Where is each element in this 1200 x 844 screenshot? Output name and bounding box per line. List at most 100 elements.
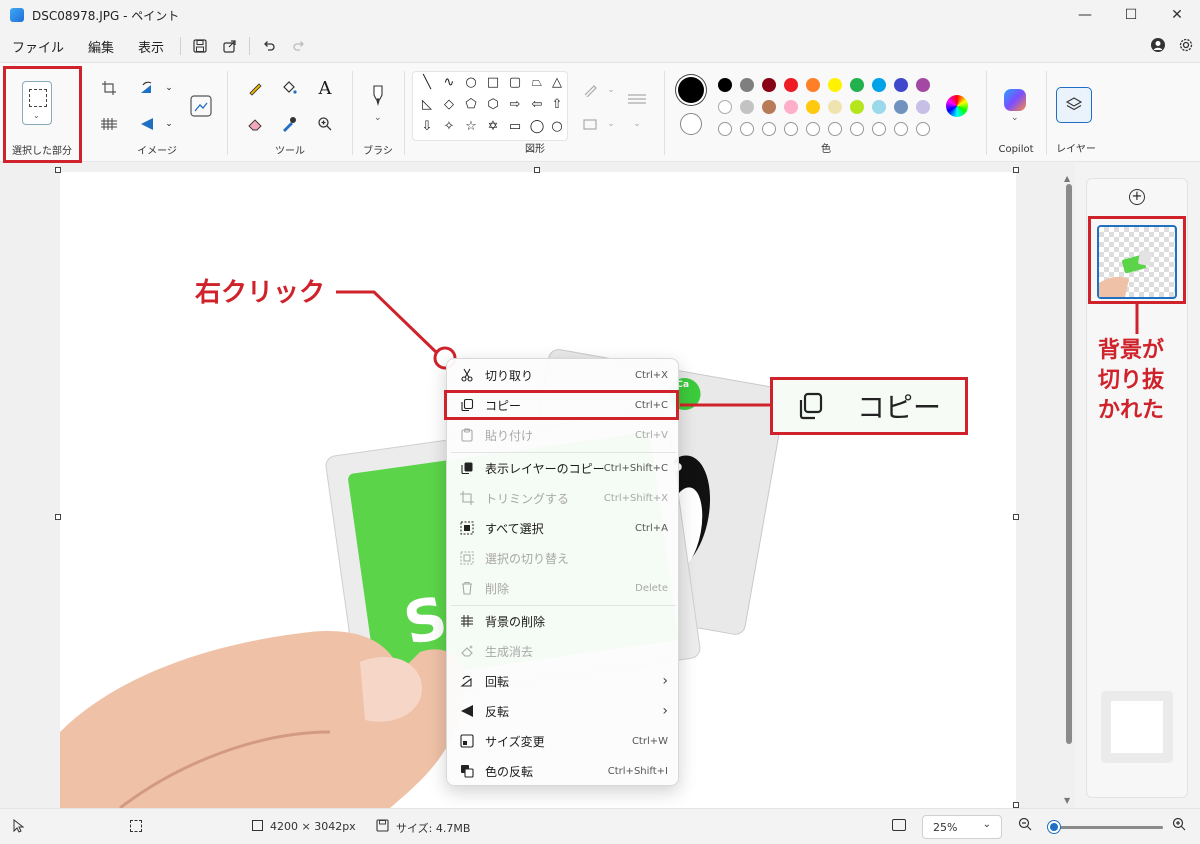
- color-swatch[interactable]: [806, 78, 820, 92]
- color-swatch[interactable]: [894, 100, 908, 114]
- line-shape-icon[interactable]: ╲: [417, 74, 437, 92]
- arrow-right-shape-icon[interactable]: ⇨: [505, 96, 525, 114]
- color-swatch[interactable]: [828, 100, 842, 114]
- star5-shape-icon[interactable]: ☆: [461, 118, 481, 136]
- resize-grid-icon[interactable]: [96, 111, 122, 137]
- arrow-up-shape-icon[interactable]: ⇧: [547, 96, 567, 114]
- color-swatch[interactable]: [916, 100, 930, 114]
- oval-shape-icon[interactable]: ○: [461, 74, 481, 92]
- color-swatch[interactable]: [762, 100, 776, 114]
- context-menu-item[interactable]: 色の反転 Ctrl+Shift+I: [447, 757, 680, 785]
- custom-color-slot[interactable]: [894, 122, 908, 136]
- rectangle-shape-icon[interactable]: □: [483, 74, 503, 92]
- scroll-down-icon[interactable]: ▼: [1064, 796, 1070, 805]
- rounded-rect-shape-icon[interactable]: ▢: [505, 74, 525, 92]
- color-swatch[interactable]: [762, 78, 776, 92]
- context-menu-item[interactable]: 表示レイヤーのコピー Ctrl+Shift+C: [447, 454, 680, 482]
- pentagon-shape-icon[interactable]: ⬠: [461, 96, 481, 114]
- context-menu-item[interactable]: サイズ変更 Ctrl+W: [447, 727, 680, 755]
- primary-color-swatch[interactable]: [678, 77, 704, 103]
- share-icon[interactable]: [215, 32, 245, 60]
- crop-icon[interactable]: [96, 75, 122, 101]
- vertical-scrollbar[interactable]: [1066, 184, 1072, 744]
- fit-to-window-icon[interactable]: [892, 819, 906, 831]
- triangle-shape-icon[interactable]: △: [547, 74, 567, 92]
- add-layer-icon[interactable]: +: [1129, 189, 1145, 205]
- star6-shape-icon[interactable]: ✡: [483, 118, 503, 136]
- zoom-dropdown[interactable]: 25% ⌄: [922, 815, 1002, 839]
- minimize-button[interactable]: —: [1062, 0, 1108, 30]
- color-swatch[interactable]: [916, 78, 930, 92]
- arrow-down-shape-icon[interactable]: ⇩: [417, 118, 437, 136]
- diamond-shape-icon[interactable]: ◇: [439, 96, 459, 114]
- zoom-out-icon[interactable]: [1018, 817, 1032, 834]
- resize-handle[interactable]: [534, 167, 540, 173]
- color-swatch[interactable]: [740, 78, 754, 92]
- background-layer-slot[interactable]: [1101, 691, 1173, 763]
- color-swatch[interactable]: [872, 78, 886, 92]
- context-menu-item[interactable]: 背景の削除: [447, 607, 680, 635]
- brush-icon[interactable]: [365, 83, 391, 109]
- resize-handle[interactable]: [55, 514, 61, 520]
- custom-color-slot[interactable]: [806, 122, 820, 136]
- account-icon[interactable]: [1150, 37, 1166, 56]
- color-swatch[interactable]: [718, 78, 732, 92]
- text-tool-icon[interactable]: A: [312, 75, 338, 101]
- curve-shape-icon[interactable]: ∿: [439, 74, 459, 92]
- color-picker-icon[interactable]: [276, 111, 302, 137]
- menu-edit[interactable]: 編集: [76, 37, 126, 56]
- resize-handle[interactable]: [1013, 514, 1019, 520]
- color-swatch[interactable]: [850, 100, 864, 114]
- color-swatch[interactable]: [828, 78, 842, 92]
- polygon-shape-icon[interactable]: ⏢: [527, 74, 547, 92]
- custom-color-slot[interactable]: [916, 122, 930, 136]
- chevron-down-icon[interactable]: ⌄: [156, 75, 182, 101]
- menu-file[interactable]: ファイル: [0, 37, 76, 56]
- zoom-slider-track[interactable]: [1048, 826, 1163, 829]
- hexagon-shape-icon[interactable]: ⬡: [483, 96, 503, 114]
- save-icon[interactable]: [185, 32, 215, 60]
- color-swatch[interactable]: [894, 78, 908, 92]
- fill-bucket-icon[interactable]: [276, 75, 302, 101]
- right-triangle-shape-icon[interactable]: ◺: [417, 96, 437, 114]
- secondary-color-swatch[interactable]: [680, 113, 702, 135]
- pencil-icon[interactable]: [242, 75, 268, 101]
- context-menu-item[interactable]: 切り取り Ctrl+X: [447, 361, 680, 389]
- callout-cloud-shape-icon[interactable]: ○: [547, 118, 567, 136]
- color-swatch[interactable]: [850, 78, 864, 92]
- chevron-down-icon[interactable]: ⌄: [374, 113, 382, 123]
- chevron-down-icon[interactable]: ⌄: [156, 111, 182, 137]
- color-swatch[interactable]: [718, 100, 732, 114]
- copilot-icon[interactable]: [1002, 87, 1028, 113]
- star4-shape-icon[interactable]: ✧: [439, 118, 459, 136]
- eraser-icon[interactable]: [242, 111, 268, 137]
- close-button[interactable]: ✕: [1154, 0, 1200, 30]
- callout-oval-shape-icon[interactable]: ◯: [527, 118, 547, 136]
- zoom-in-icon[interactable]: [1172, 817, 1186, 834]
- resize-handle[interactable]: [55, 167, 61, 173]
- color-swatch[interactable]: [872, 100, 886, 114]
- color-swatch[interactable]: [740, 100, 754, 114]
- color-wheel-icon[interactable]: [944, 93, 970, 119]
- custom-color-slot[interactable]: [828, 122, 842, 136]
- magnifier-icon[interactable]: [312, 111, 338, 137]
- custom-color-slot[interactable]: [850, 122, 864, 136]
- custom-color-slot[interactable]: [872, 122, 886, 136]
- scroll-up-icon[interactable]: ▲: [1064, 174, 1070, 183]
- shape-style-icon[interactable]: [624, 87, 650, 113]
- color-swatch[interactable]: [784, 78, 798, 92]
- maximize-button[interactable]: ☐: [1108, 0, 1154, 30]
- image-resize-icon[interactable]: [188, 93, 214, 119]
- callout-rect-shape-icon[interactable]: ▭: [505, 118, 525, 136]
- context-menu-item[interactable]: 回転 ›: [447, 667, 680, 695]
- color-swatch[interactable]: [806, 100, 820, 114]
- custom-color-slot[interactable]: [784, 122, 798, 136]
- undo-icon[interactable]: [254, 32, 284, 60]
- custom-color-slot[interactable]: [718, 122, 732, 136]
- layers-button[interactable]: [1056, 87, 1092, 123]
- shapes-gallery[interactable]: ╲ ∿ ○ □ ▢ ⏢ △ ◺ ◇ ⬠ ⬡ ⇨ ⇦ ⇧ ⇩ ✧ ☆ ✡ ▭ ◯ …: [412, 71, 568, 141]
- menu-view[interactable]: 表示: [126, 37, 176, 56]
- custom-color-slot[interactable]: [762, 122, 776, 136]
- context-menu-item[interactable]: 反転 ›: [447, 697, 680, 725]
- arrow-left-shape-icon[interactable]: ⇦: [527, 96, 547, 114]
